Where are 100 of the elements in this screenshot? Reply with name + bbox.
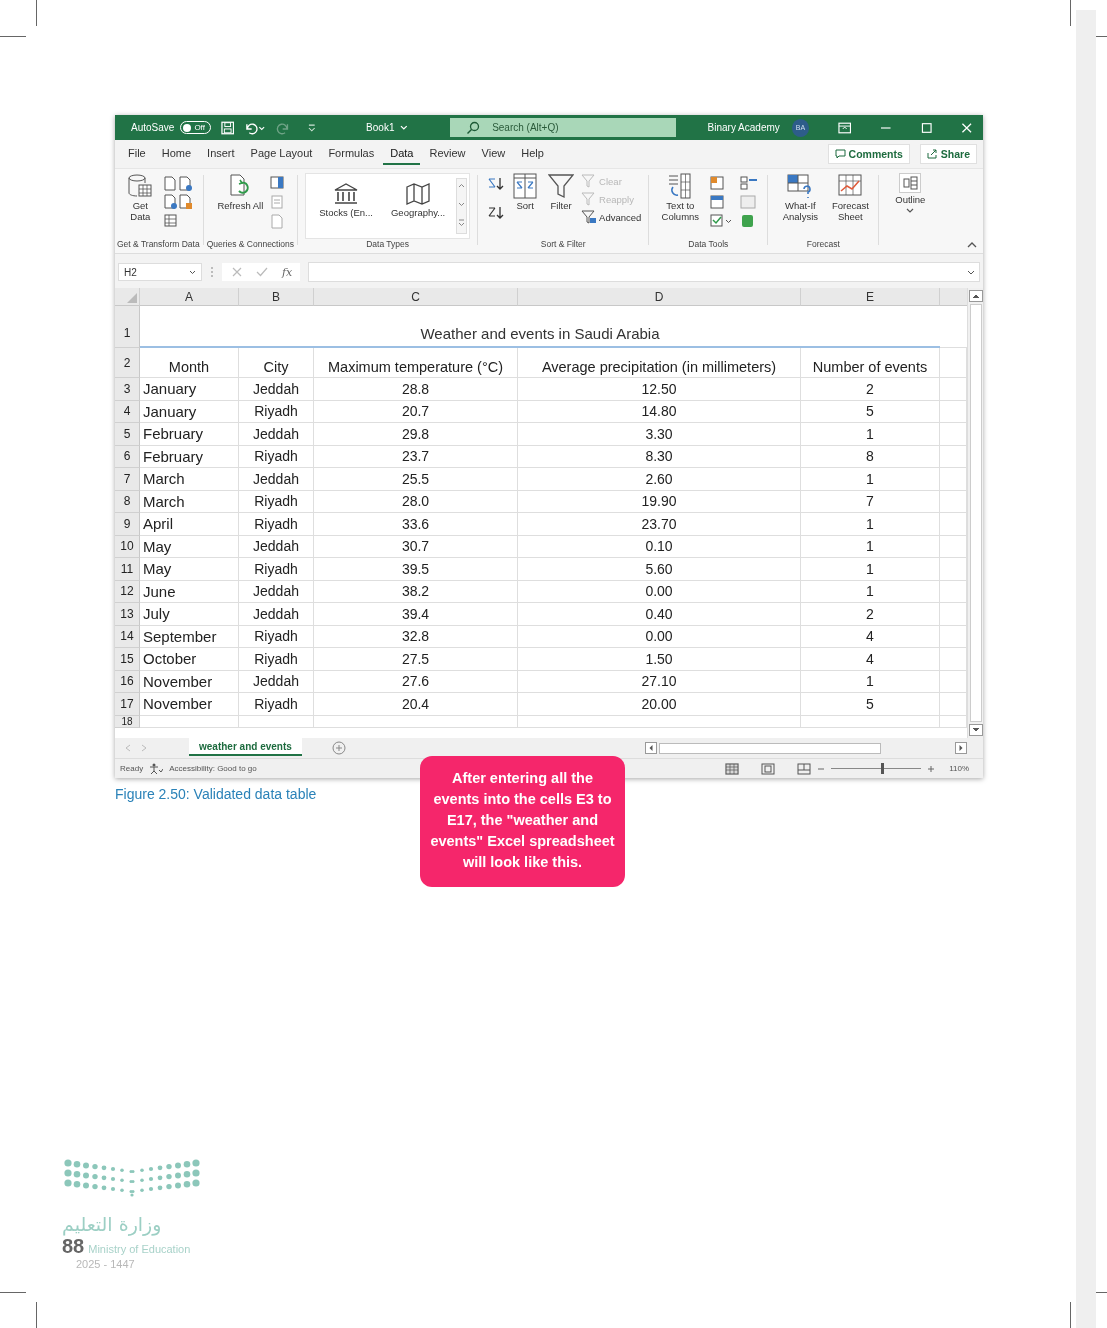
filter-button[interactable]: Filter [545,173,578,212]
row-header[interactable]: 2 [115,348,140,378]
customize-caret-icon[interactable] [306,122,317,133]
text-to-columns-button[interactable]: Text to Columns [656,173,705,223]
close-icon[interactable] [961,121,973,134]
page-break-view-icon[interactable] [797,762,812,775]
name-box[interactable]: H2 [118,263,202,281]
row-header[interactable]: 10 [115,535,140,558]
get-data-button[interactable]: Get Data [122,173,159,223]
ribbon-tab[interactable]: Data [383,143,421,165]
search-input[interactable]: Search (Alt+Q) [490,121,645,134]
ribbon-display-icon[interactable] [838,121,852,134]
ribbon-tab[interactable]: Help [514,143,551,165]
sheet-tab[interactable]: weather and events [189,738,302,756]
row-header[interactable]: 17 [115,693,140,716]
table-cell: 5.60 [518,558,801,581]
geography-button[interactable]: Geography... [384,178,453,219]
caret-icon [400,124,409,131]
zoom-slider-thumb[interactable] [881,763,885,774]
database-table-icon [127,173,154,199]
figure-caption: Figure 2.50: Validated data table [115,786,318,802]
share-button[interactable]: Share [919,144,977,164]
add-sheet-icon[interactable] [331,741,346,755]
ribbon-tab[interactable]: Review [422,143,473,165]
horizontal-scrollbar[interactable] [645,742,967,754]
save-icon[interactable] [220,120,235,135]
row-header[interactable]: 7 [115,468,140,491]
table-cell: November [140,693,239,716]
scroll-left-icon[interactable] [645,742,657,754]
ribbon-tab[interactable]: Formulas [321,143,382,165]
insert-function-button[interactable]: fx [282,265,293,279]
ribbon-tab[interactable]: Home [154,143,199,165]
header-cell: City [239,348,314,378]
refresh-all-button[interactable]: Refresh All [215,173,266,212]
row-header[interactable]: 4 [115,400,140,423]
comments-button[interactable]: Comments [827,144,910,164]
expand-caret-icon[interactable] [967,269,975,275]
column-header[interactable]: B [239,288,314,306]
row-header[interactable]: 8 [115,490,140,513]
funnel-icon [548,173,575,199]
column-header[interactable]: A [140,288,239,306]
cancel-icon[interactable] [232,267,242,277]
caret-icon [189,269,196,275]
table-cell: 23.70 [518,513,801,536]
text-columns-icon [667,173,694,199]
autosave-label: AutoSave [131,122,175,133]
column-header[interactable]: E [801,288,940,306]
column-header[interactable]: C [314,288,518,306]
row-header[interactable]: 15 [115,648,140,671]
page-layout-view-icon[interactable] [761,762,776,775]
table-cell: Jeddah [239,670,314,693]
row-header[interactable]: 11 [115,558,140,581]
ribbon-tab[interactable]: Insert [200,143,242,165]
what-if-analysis-button[interactable]: What-If Analysis [775,173,826,223]
row-header[interactable]: 9 [115,513,140,536]
check-icon[interactable] [256,267,268,277]
search-icon [466,120,481,135]
stocks-button[interactable]: Stocks (En... [312,178,381,219]
column-header[interactable]: D [518,288,801,306]
table-cell: 1 [801,423,940,446]
row-header[interactable]: 13 [115,603,140,626]
group-title: Forecast [806,239,840,251]
group-title: Sort & Filter [540,239,586,251]
query-icons-drawing[interactable] [269,175,286,231]
normal-view-icon[interactable] [725,762,740,775]
forecast-sheet-button[interactable]: Forecast Sheet [829,173,872,223]
table-cell: January [140,400,239,423]
ribbon-tab[interactable]: Page Layout [243,143,320,165]
zoom-in-icon[interactable] [927,764,936,773]
accessibility-status[interactable]: Accessibility: Good to go [169,764,257,773]
scroll-down-icon[interactable] [968,724,983,736]
ribbon-tab[interactable]: View [474,143,513,165]
row-header[interactable]: 6 [115,445,140,468]
ribbon-tab[interactable]: File [121,143,153,165]
user-name: Binary Academy [707,122,780,133]
row-header[interactable]: 3 [115,378,140,401]
table-cell: November [140,670,239,693]
zoom-level[interactable]: 110% [949,764,969,773]
scroll-right-icon[interactable] [955,742,967,754]
formula-input[interactable] [308,262,980,282]
gallery-scroll-icon[interactable] [456,178,468,234]
maximize-icon[interactable] [921,121,933,134]
filter-option[interactable]: Advanced [581,209,642,225]
row-header[interactable]: 14 [115,625,140,648]
search-field[interactable]: Search (Alt+Q) [450,118,676,137]
table-cell: 5 [801,400,940,423]
accessibility-icon [149,762,164,775]
workbook-name[interactable]: Book1 [366,122,395,133]
vertical-scrollbar[interactable] [967,288,983,738]
row-header[interactable]: 1 [115,306,140,348]
scroll-up-icon[interactable] [968,290,983,302]
undo-icon[interactable] [244,120,266,135]
collapse-ribbon-icon[interactable] [967,241,977,249]
sort-button[interactable]: Sort [509,173,542,212]
row-header[interactable]: 16 [115,670,140,693]
row-header[interactable]: 5 [115,423,140,446]
table-cell: 2 [801,603,940,626]
outline-button[interactable]: Outline [886,173,935,214]
table-cell: Jeddah [239,423,314,446]
row-header[interactable]: 12 [115,580,140,603]
